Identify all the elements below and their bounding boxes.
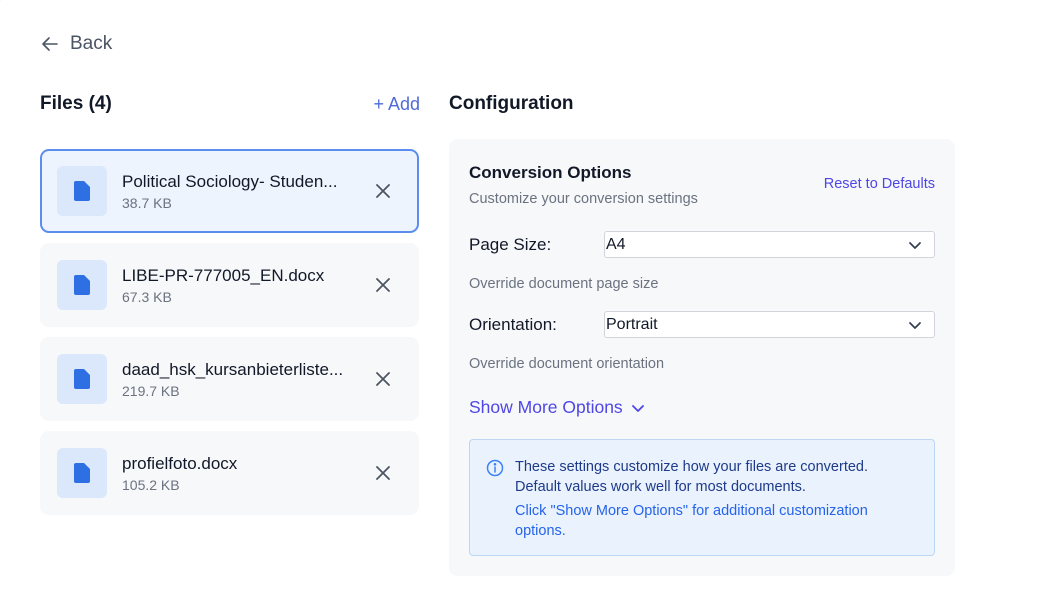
page-size-select[interactable]: A4: [604, 231, 935, 258]
back-label: Back: [70, 33, 113, 54]
info-description: These settings customize how your files …: [515, 459, 868, 495]
file-info: profielfoto.docx 105.2 KB: [122, 454, 372, 493]
files-title: Files (4): [40, 93, 112, 114]
info-text: These settings customize how your files …: [515, 457, 915, 541]
file-name: Political Sociology- Studen...: [122, 171, 338, 191]
show-more-options-button[interactable]: Show More Options: [469, 397, 645, 418]
file-info: daad_hsk_kursanbieterliste... 219.7 KB: [122, 360, 372, 399]
remove-file-button[interactable]: [372, 368, 394, 390]
file-icon: [74, 369, 90, 389]
show-more-label: Show More Options: [469, 397, 623, 417]
file-icon: [74, 181, 90, 201]
close-icon: [376, 278, 390, 292]
page-size-value: A4: [606, 235, 626, 253]
page-size-label: Page Size:: [469, 235, 552, 254]
file-thumbnail: [57, 448, 107, 498]
chevron-down-icon: [909, 321, 921, 329]
files-header: Files (4) + Add: [40, 93, 420, 115]
orientation-label: Orientation:: [469, 315, 557, 334]
file-size: 219.7 KB: [122, 382, 180, 399]
file-card[interactable]: Political Sociology- Studen... 38.7 KB: [40, 149, 419, 233]
decorative-corner-arc: [0, 0, 12, 12]
file-thumbnail: [57, 166, 107, 216]
orientation-select[interactable]: Portrait: [604, 311, 935, 338]
file-icon: [74, 275, 90, 295]
add-file-button[interactable]: + Add: [373, 94, 420, 115]
remove-file-button[interactable]: [372, 274, 394, 296]
file-icon: [74, 463, 90, 483]
page-size-help: Override document page size: [469, 276, 659, 292]
file-name: daad_hsk_kursanbieterliste...: [122, 359, 344, 379]
file-name: profielfoto.docx: [122, 453, 238, 473]
file-size: 67.3 KB: [122, 288, 172, 305]
chevron-down-icon: [909, 241, 921, 249]
close-icon: [376, 184, 390, 198]
configuration-panel: Conversion Options Customize your conver…: [449, 139, 955, 576]
reset-defaults-button[interactable]: Reset to Defaults: [824, 176, 935, 192]
file-card[interactable]: LIBE-PR-777005_EN.docx 67.3 KB: [40, 243, 419, 327]
file-thumbnail: [57, 354, 107, 404]
file-info: LIBE-PR-777005_EN.docx 67.3 KB: [122, 266, 372, 305]
file-card[interactable]: daad_hsk_kursanbieterliste... 219.7 KB: [40, 337, 419, 421]
remove-file-button[interactable]: [372, 180, 394, 202]
file-name: LIBE-PR-777005_EN.docx: [122, 265, 325, 285]
orientation-help: Override document orientation: [469, 356, 665, 372]
close-icon: [376, 466, 390, 480]
conversion-options-title: Conversion Options: [469, 163, 632, 182]
chevron-down-icon: [631, 404, 644, 412]
file-card[interactable]: profielfoto.docx 105.2 KB: [40, 431, 419, 515]
configuration-title: Configuration: [449, 93, 574, 114]
orientation-value: Portrait: [606, 315, 658, 333]
remove-file-button[interactable]: [372, 462, 394, 484]
info-box: These settings customize how your files …: [469, 439, 935, 556]
conversion-options-subtitle: Customize your conversion settings: [469, 191, 698, 207]
close-icon: [376, 372, 390, 386]
info-hint: Click "Show More Options" for additional…: [515, 503, 868, 539]
back-button[interactable]: Back: [40, 33, 112, 55]
info-icon: [486, 459, 504, 477]
file-size: 105.2 KB: [122, 476, 180, 493]
file-size: 38.7 KB: [122, 194, 172, 211]
file-info: Political Sociology- Studen... 38.7 KB: [122, 172, 372, 211]
arrow-left-icon: [42, 37, 58, 51]
file-thumbnail: [57, 260, 107, 310]
